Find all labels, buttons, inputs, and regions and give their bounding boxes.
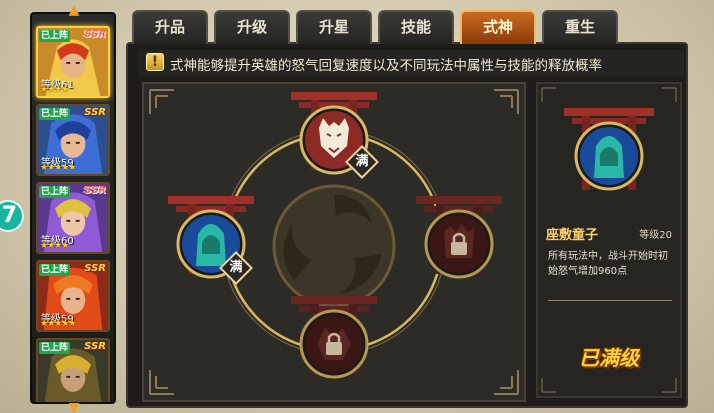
detail-panel: 座敷童子 等级20 所有玩法中，战斗开始时初始怒气增加960点 已满级 (536, 82, 682, 398)
hero-stars: ★★★★★ (40, 163, 76, 173)
hero-card-2[interactable]: 已上阵 SSR 等级59 ★★★★★ (36, 104, 110, 176)
tab-star-up[interactable]: 升星 (296, 10, 372, 44)
tab-rebirth[interactable]: 重生 (542, 10, 618, 44)
divider (548, 300, 672, 301)
shikigami-name: 座敷童子 (546, 228, 599, 243)
deployed-tag: 已上阵 (39, 186, 71, 198)
slot-hooded-shikigami[interactable] (166, 192, 256, 302)
rarity-badge: SSR (84, 341, 106, 352)
hero-card-5[interactable]: 已上阵 SSR (36, 338, 110, 402)
slot-locked-bottom[interactable] (289, 292, 379, 402)
shikigami-description: 所有玩法中，战斗开始时初始怒气增加960点 (548, 251, 668, 277)
shikigami-board: 满 满 (142, 82, 526, 402)
tab-promote[interactable]: 升品 (132, 10, 208, 44)
tab-level-up[interactable]: 升级 (214, 10, 290, 44)
deployed-tag: 已上阵 (39, 108, 71, 120)
tab-skills[interactable]: 技能 (378, 10, 454, 44)
info-bar: ! 式神能够提升英雄的怒气回复速度以及不同玩法中属性与技能的释放概率 (138, 50, 684, 76)
hero-card-4[interactable]: 已上阵 SSR 等级59 ★★★★★ (36, 260, 110, 332)
hero-stars: ★★★★ (40, 85, 69, 95)
rarity-badge: SSR (84, 107, 106, 118)
exclamation-icon: ! (146, 53, 164, 71)
slot-locked-right[interactable] (414, 192, 504, 302)
deployed-tag: 已上阵 (39, 30, 71, 42)
deployed-tag: 已上阵 (39, 342, 71, 354)
shikigami-level: 等级20 (639, 230, 672, 241)
hero-card-3[interactable]: 已上阵 SSR 等级60 ★★★★ (36, 182, 110, 254)
info-text: 式神能够提升英雄的怒气回复速度以及不同玩法中属性与技能的释放概率 (170, 58, 602, 74)
deployed-tag: 已上阵 (39, 264, 71, 276)
hero-stars: ★★★★ (40, 241, 69, 251)
hero-card-1[interactable]: 已上阵 SSR 等级61 ★★★★ (36, 26, 110, 98)
scroll-down-arrow-icon[interactable]: ▼ (62, 401, 86, 413)
rarity-badge: SSR (84, 263, 106, 274)
tab-shikigami[interactable]: 式神 (460, 10, 536, 44)
scroll-up-arrow-icon[interactable]: ▲ (62, 3, 86, 17)
hero-list[interactable]: 已上阵 SSR 等级61 ★★★★ 已上阵 SSR 等级59 ★★★★★ 已上阵… (30, 12, 116, 404)
maxed-status-label: 已满级 (579, 346, 639, 370)
slot-wolf-shikigami[interactable] (289, 88, 379, 198)
side-badge[interactable]: 7 (0, 200, 24, 232)
hero-stars: ★★★★★ (40, 319, 76, 329)
rarity-badge: SSR (84, 29, 106, 40)
rarity-badge: SSR (84, 185, 106, 196)
